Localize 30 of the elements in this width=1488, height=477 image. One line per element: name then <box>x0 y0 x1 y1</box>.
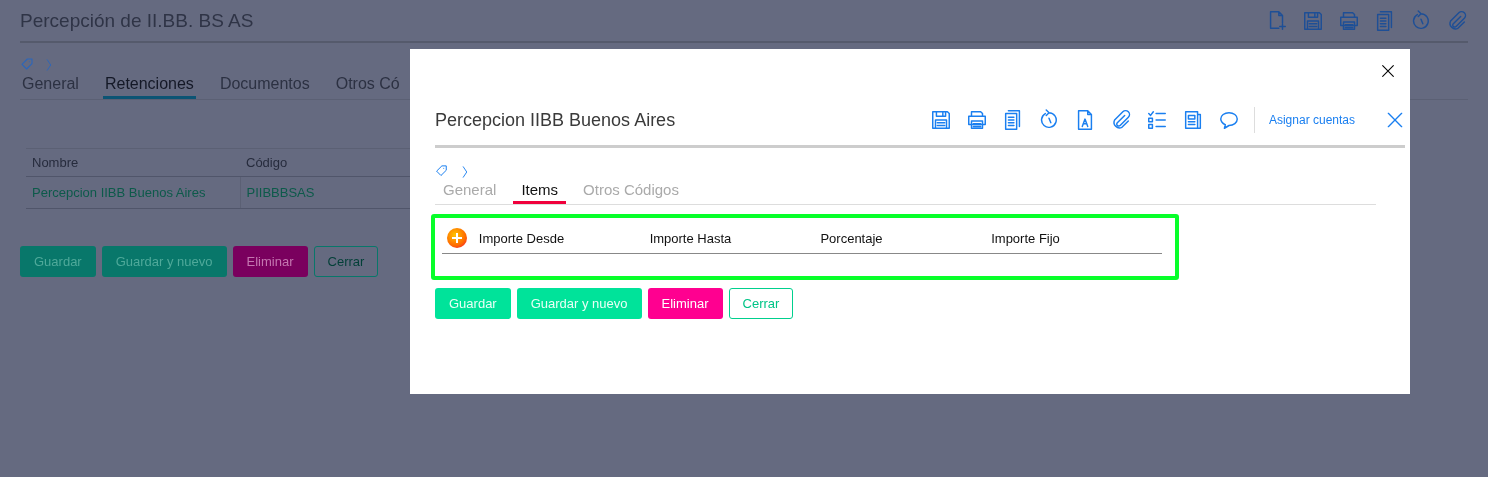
tab[interactable]: Otros Có <box>333 73 402 99</box>
save-button[interactable]: Guardar <box>435 288 511 319</box>
tab[interactable]: Items <box>513 179 567 204</box>
checklist-icon[interactable] <box>1145 109 1168 131</box>
tag-icon[interactable] <box>435 164 450 179</box>
table-cell[interactable]: Percepcion IIBB Buenos Aires <box>26 176 240 209</box>
page-title: Percepción de II.BB. BS AS <box>20 10 254 32</box>
save-button[interactable]: Guardar <box>20 246 96 277</box>
tab[interactable]: General <box>435 179 505 204</box>
column-header: Porcentaje <box>820 230 884 246</box>
delete-button[interactable]: Eliminar <box>232 246 308 277</box>
tab[interactable]: Documentos <box>217 73 312 99</box>
tab[interactable]: Retenciones <box>102 73 196 99</box>
tab[interactable]: General <box>20 73 81 99</box>
dialog-title: Percepcion IIBB Buenos Aires <box>435 109 677 131</box>
save-button[interactable]: Guardar y nuevo <box>101 246 227 277</box>
column-header: Importe Fijo <box>991 230 1061 246</box>
save-button[interactable]: Guardar y nuevo <box>516 288 642 319</box>
add-icon[interactable] <box>447 228 467 248</box>
print-icon[interactable] <box>965 109 988 131</box>
column-header: Importe Desde <box>478 230 566 246</box>
assign-accounts-link[interactable]: Asignar cuentas <box>1268 113 1355 127</box>
save-icon[interactable] <box>929 109 952 131</box>
close-icon[interactable] <box>1380 63 1396 79</box>
column-header: Importe Hasta <box>649 230 733 246</box>
speech-bubble-icon[interactable] <box>1217 109 1240 131</box>
close-button[interactable]: Cerrar <box>728 288 794 319</box>
close-button[interactable]: Cerrar <box>313 246 379 277</box>
column-header: Nombre <box>26 148 240 177</box>
delete-button[interactable]: Eliminar <box>647 288 723 319</box>
